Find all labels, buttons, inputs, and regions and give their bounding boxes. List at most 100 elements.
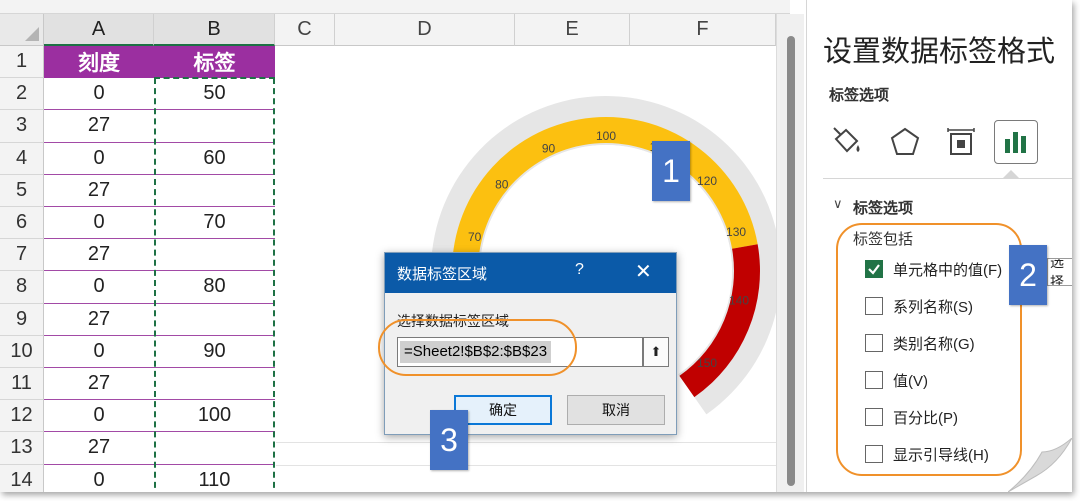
checkbox-icon[interactable] (865, 408, 883, 426)
pane-divider (823, 178, 1072, 179)
cell-label[interactable]: 90 (154, 335, 275, 368)
column-header-e[interactable]: E (515, 14, 630, 46)
cell-label[interactable]: 110 (154, 464, 275, 492)
cell-b1-header[interactable]: 标签 (154, 46, 275, 78)
select-all-corner[interactable] (0, 14, 44, 46)
cell-scale[interactable]: 27 (44, 239, 154, 272)
row-header[interactable]: 12 (0, 400, 44, 433)
column-header-b[interactable]: B (154, 14, 275, 46)
pane-title: 设置数据标签格式 (823, 36, 1056, 68)
column-header-c[interactable]: C (275, 14, 335, 46)
row-header[interactable]: 4 (0, 142, 44, 175)
dialog-title-bar[interactable]: 数据标签区域 ? ✕ (385, 253, 676, 293)
row-header[interactable]: 3 (0, 110, 44, 143)
column-header-f[interactable]: F (630, 14, 776, 46)
cell-scale[interactable]: 0 (44, 464, 154, 492)
effects-icon[interactable] (883, 120, 927, 164)
help-button[interactable]: ? (575, 261, 584, 279)
row-header[interactable]: 5 (0, 174, 44, 207)
cell-label[interactable] (154, 368, 275, 401)
fill-line-icon[interactable] (825, 120, 869, 164)
ok-button[interactable]: 确定 (454, 395, 552, 425)
checkbox-icon[interactable] (865, 445, 883, 463)
row-header[interactable]: 9 (0, 303, 44, 336)
cell-scale[interactable]: 0 (44, 78, 154, 111)
gauge-tick-label: 130 (726, 225, 746, 239)
excel-window: A B C D E F 1 2 3 4 5 6 7 8 9 10 11 12 13 14 刻度 标签 05… (0, 0, 1072, 492)
row-header[interactable]: 1 (0, 46, 44, 79)
range-label: 选择数据标签区域 (397, 313, 509, 329)
cell-scale[interactable]: 27 (44, 368, 154, 401)
range-input[interactable]: =Sheet2!$B$2:$B$23 (397, 337, 643, 367)
gauge-tick-label: 150 (697, 356, 717, 370)
row-header[interactable]: 13 (0, 432, 44, 465)
cell-label[interactable] (154, 239, 275, 272)
label-option-0[interactable]: 单元格中的值(F) (865, 258, 1002, 280)
data-label-range-dialog: 数据标签区域 ? ✕ 选择数据标签区域 =Sheet2!$B$2:$B$23 ⬆… (384, 252, 677, 435)
size-properties-icon[interactable] (939, 120, 983, 164)
close-icon[interactable]: ✕ (635, 259, 652, 284)
cell-scale[interactable]: 27 (44, 303, 154, 336)
collapse-dialog-icon[interactable]: ⬆ (643, 337, 669, 367)
dialog-title: 数据标签区域 (397, 266, 488, 283)
cell-scale[interactable]: 0 (44, 400, 154, 433)
label-option-text: 百分比(P) (893, 409, 958, 427)
cell-label[interactable] (154, 110, 275, 143)
row-header[interactable]: 14 (0, 464, 44, 492)
cell-scale[interactable]: 0 (44, 142, 154, 175)
sheet-tab-strip (0, 0, 790, 14)
column-header-d[interactable]: D (335, 14, 515, 46)
label-options-section[interactable]: 标签选项 (853, 197, 913, 218)
label-option-3[interactable]: 值(V) (865, 369, 928, 391)
select-range-button[interactable]: 选择 (1047, 258, 1072, 286)
cell-scale[interactable]: 0 (44, 271, 154, 304)
cell-a1-header[interactable]: 刻度 (44, 46, 154, 78)
label-option-2[interactable]: 类别名称(G) (865, 332, 975, 354)
checkbox-checked-icon[interactable] (865, 260, 883, 278)
label-option-text: 单元格中的值(F) (893, 261, 1003, 279)
row-header[interactable]: 11 (0, 368, 44, 401)
cell-label[interactable]: 50 (154, 78, 275, 111)
gauge-tick-label: 70 (468, 230, 482, 244)
row-header[interactable]: 10 (0, 335, 44, 368)
row-header[interactable]: 6 (0, 207, 44, 240)
cell-label[interactable] (154, 303, 275, 336)
checkbox-icon[interactable] (865, 297, 883, 315)
label-option-5[interactable]: 显示引导线(H) (865, 443, 989, 465)
callout-badge-3: 3 (430, 410, 468, 470)
gauge-tick-label: 120 (697, 174, 717, 188)
cell-scale[interactable]: 0 (44, 207, 154, 240)
checkbox-icon[interactable] (865, 371, 883, 389)
label-option-1[interactable]: 系列名称(S) (865, 295, 973, 317)
label-option-text: 显示引导线(H) (893, 446, 989, 464)
cell-scale[interactable]: 27 (44, 174, 154, 207)
chevron-down-icon[interactable]: ∨ (833, 196, 843, 212)
label-option-4[interactable]: 百分比(P) (865, 406, 958, 428)
row-header[interactable]: 2 (0, 78, 44, 111)
callout-badge-2: 2 (1009, 245, 1047, 305)
scrollbar-thumb[interactable] (787, 36, 795, 486)
row-header[interactable]: 8 (0, 271, 44, 304)
page-curl (1008, 438, 1072, 492)
column-header-a[interactable]: A (44, 14, 154, 46)
cell-scale[interactable]: 27 (44, 432, 154, 465)
label-option-text: 类别名称(G) (893, 335, 975, 353)
label-options-icon[interactable] (994, 120, 1038, 164)
cancel-button[interactable]: 取消 (567, 395, 665, 425)
cell-label[interactable] (154, 432, 275, 465)
cell-label[interactable]: 80 (154, 271, 275, 304)
cell-scale[interactable]: 0 (44, 335, 154, 368)
gauge-tick-label: 100 (596, 129, 616, 143)
checkbox-icon[interactable] (865, 334, 883, 352)
cell-label[interactable] (154, 174, 275, 207)
vertical-scrollbar[interactable] (776, 14, 804, 492)
cell-label[interactable]: 100 (154, 400, 275, 433)
pane-subtitle[interactable]: 标签选项 (829, 84, 889, 105)
cell-label[interactable]: 70 (154, 207, 275, 240)
cell-label[interactable]: 60 (154, 142, 275, 175)
gauge-tick-label: 140 (729, 293, 749, 307)
cell-scale[interactable]: 27 (44, 110, 154, 143)
range-input-value[interactable]: =Sheet2!$B$2:$B$23 (400, 341, 552, 363)
row-header[interactable]: 7 (0, 239, 44, 272)
label-option-text: 系列名称(S) (893, 298, 973, 316)
